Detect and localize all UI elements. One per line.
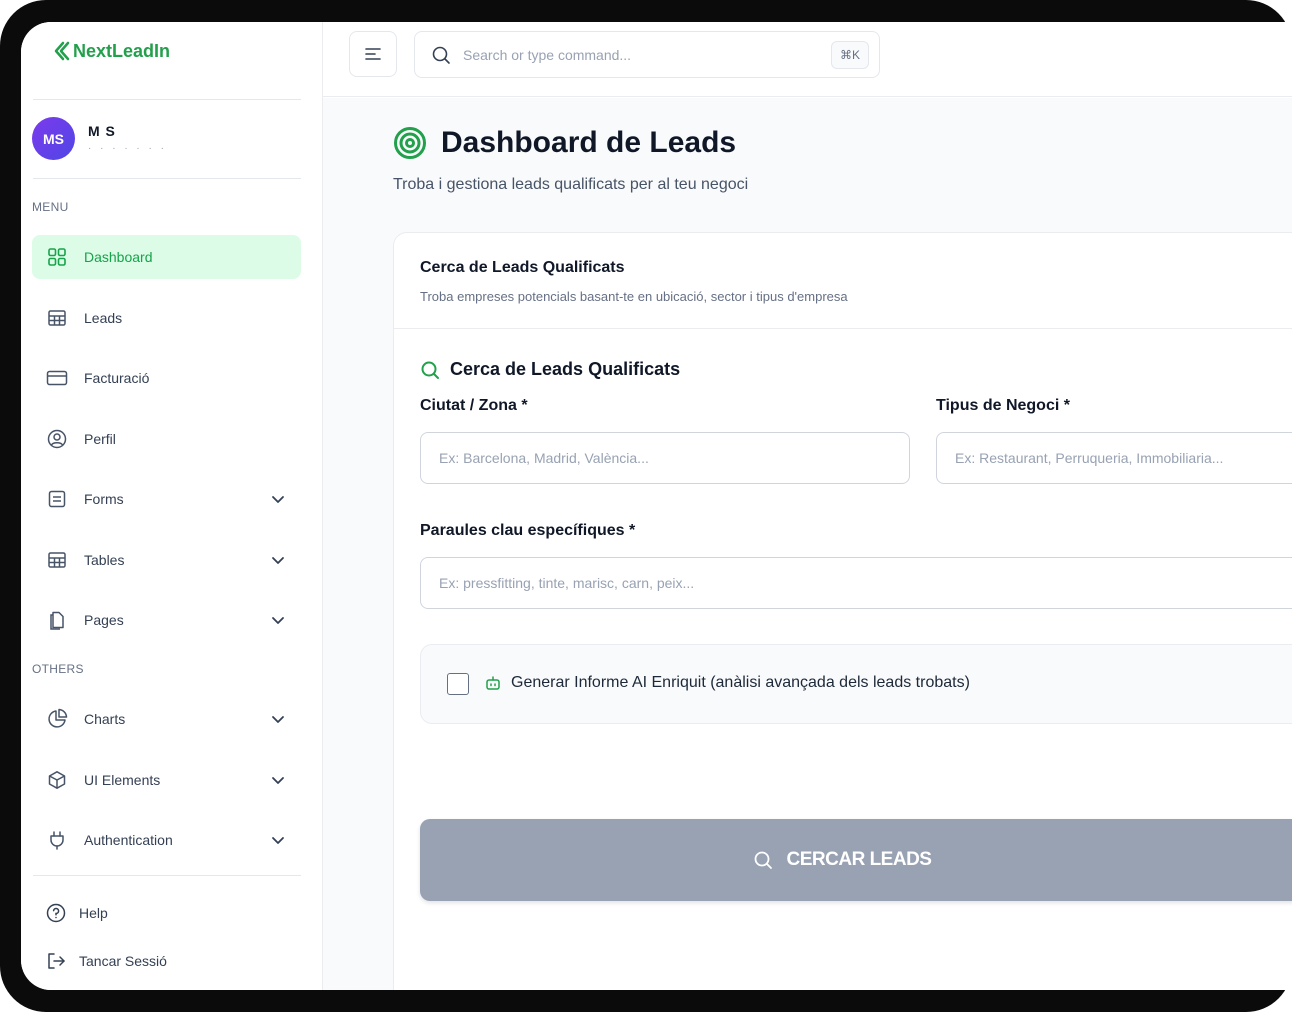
form-title: Cerca de Leads Qualificats: [420, 359, 680, 380]
table-icon: [46, 307, 68, 329]
card-title: Cerca de Leads Qualificats: [420, 259, 625, 276]
keywords-input[interactable]: [420, 557, 1292, 609]
business-type-label: Tipus de Negoci *: [936, 397, 1070, 414]
logout-icon: [45, 950, 67, 972]
plug-icon: [46, 829, 68, 851]
search-icon: [432, 46, 450, 64]
brand-logo[interactable]: NextLeadIn: [53, 40, 170, 62]
search-leads-label: CERCAR LEADS: [786, 849, 932, 870]
chevrons-left-icon: [54, 41, 70, 61]
sidebar-item-label: Facturació: [84, 370, 150, 386]
logout-link[interactable]: Tancar Sessió: [45, 950, 167, 972]
sidebar: NextLeadIn MS M S · · · · · · · MENU Das…: [21, 22, 323, 990]
search-icon: [754, 851, 772, 869]
sidebar-item-label: Authentication: [84, 832, 173, 848]
app-screen: NextLeadIn MS M S · · · · · · · MENU Das…: [21, 22, 1292, 990]
user-profile[interactable]: MS M S · · · · · · ·: [32, 117, 167, 160]
card-description: Troba empreses potencials basant-te en u…: [420, 289, 848, 304]
credit-card-icon: [46, 367, 68, 389]
sidebar-item-label: UI Elements: [84, 772, 161, 788]
menu-section-label: MENU: [32, 200, 69, 214]
bot-icon: [486, 676, 500, 690]
avatar: MS: [32, 117, 75, 160]
shortcut-badge: ⌘K: [830, 41, 869, 69]
menu-icon: [365, 48, 381, 60]
sidebar-item-label: Leads: [84, 310, 123, 326]
divider: [33, 875, 301, 876]
divider: [33, 178, 301, 179]
search-input[interactable]: [463, 46, 803, 63]
user-subtitle: · · · · · · ·: [88, 143, 167, 154]
city-input[interactable]: [420, 432, 910, 484]
chevron-down-icon: [272, 837, 284, 844]
user-name: M S: [88, 123, 116, 139]
ai-report-label-group[interactable]: Generar Informe AI Enriquit (anàlisi ava…: [485, 674, 970, 692]
chevron-down-icon: [272, 557, 284, 564]
divider: [33, 99, 301, 100]
help-icon: [45, 902, 67, 924]
sidebar-item-dashboard[interactable]: Dashboard: [32, 235, 301, 279]
ai-report-checkbox[interactable]: [447, 673, 469, 695]
pages-icon: [46, 609, 68, 631]
lead-search-card: Cerca de Leads Qualificats Troba emprese…: [393, 232, 1292, 990]
grid-icon: [46, 246, 68, 268]
sidebar-item-ui-elements[interactable]: UI Elements: [32, 758, 301, 802]
target-icon: [394, 127, 426, 159]
box-icon: [46, 769, 68, 791]
help-label: Help: [79, 905, 108, 921]
city-label: Ciutat / Zona *: [420, 397, 528, 414]
sidebar-item-tables[interactable]: Tables: [32, 538, 301, 582]
sidebar-item-label: Perfil: [84, 431, 116, 447]
page-header: Dashboard de Leads: [393, 126, 736, 160]
page-title: Dashboard de Leads: [441, 126, 737, 159]
sidebar-item-authentication[interactable]: Authentication: [32, 818, 301, 862]
ai-report-option: Generar Informe AI Enriquit (anàlisi ava…: [420, 644, 1292, 724]
table-icon: [46, 549, 68, 571]
sidebar-item-perfil[interactable]: Perfil: [32, 417, 301, 461]
sidebar-item-leads[interactable]: Leads: [32, 296, 301, 340]
sidebar-item-label: Tables: [84, 552, 125, 568]
chevron-down-icon: [272, 716, 284, 723]
sidebar-item-pages[interactable]: Pages: [32, 598, 301, 642]
business-type-input[interactable]: [936, 432, 1292, 484]
device-frame: NextLeadIn MS M S · · · · · · · MENU Das…: [0, 0, 1292, 1012]
page-subtitle: Troba i gestiona leads qualificats per a…: [393, 176, 749, 193]
sidebar-item-charts[interactable]: Charts: [32, 697, 301, 741]
top-bar: ⌘K: [323, 22, 1292, 97]
chevron-down-icon: [272, 617, 284, 624]
sidebar-toggle-button[interactable]: [349, 31, 397, 77]
chevron-down-icon: [272, 496, 284, 503]
chevron-down-icon: [272, 777, 284, 784]
help-link[interactable]: Help: [45, 902, 108, 924]
sidebar-item-label: Pages: [84, 612, 124, 628]
logout-label: Tancar Sessió: [79, 953, 167, 969]
ai-report-label: Generar Informe AI Enriquit (anàlisi ava…: [511, 674, 970, 691]
sidebar-item-label: Forms: [84, 491, 124, 507]
others-section-label: OTHERS: [32, 662, 84, 676]
sidebar-item-forms[interactable]: Forms: [32, 477, 301, 521]
form-icon: [46, 488, 68, 510]
user-circle-icon: [46, 428, 68, 450]
pie-chart-icon: [46, 708, 68, 730]
keywords-label: Paraules clau específiques *: [420, 522, 636, 539]
brand-name: NextLeadIn: [73, 40, 171, 61]
card-header: Cerca de Leads Qualificats Troba emprese…: [394, 233, 1292, 329]
form-title-label: Cerca de Leads Qualificats: [450, 359, 681, 379]
main-content: Dashboard de Leads Troba i gestiona lead…: [323, 98, 1292, 990]
sidebar-item-label: Charts: [84, 711, 126, 727]
search-icon: [421, 361, 439, 379]
search-bar: ⌘K: [414, 31, 880, 78]
sidebar-item-label: Dashboard: [84, 249, 153, 265]
search-leads-button[interactable]: CERCAR LEADS: [420, 819, 1292, 901]
sidebar-item-facturacio[interactable]: Facturació: [32, 356, 301, 400]
